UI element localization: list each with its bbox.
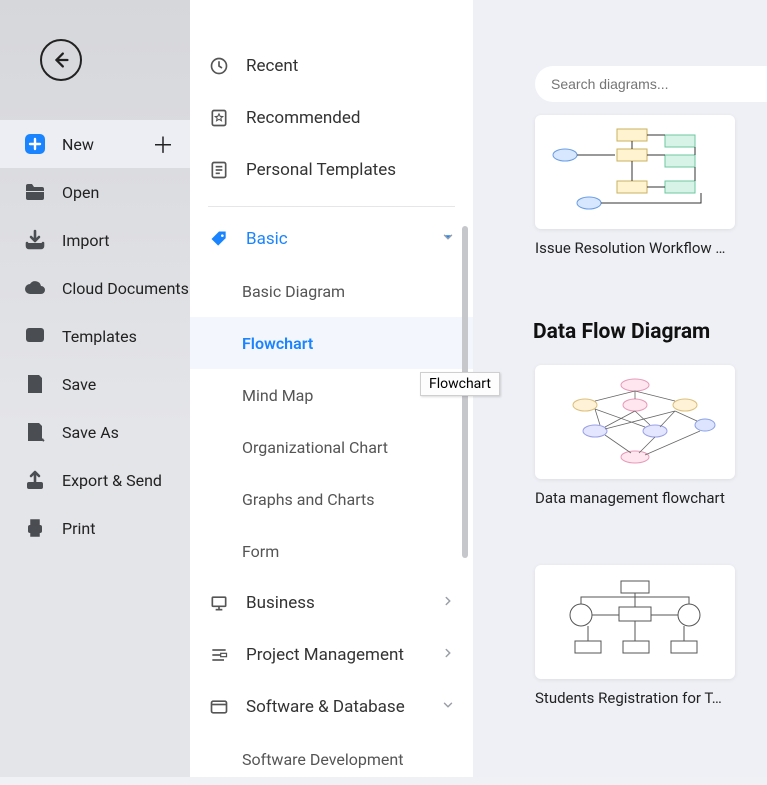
personal-templates-icon (208, 159, 230, 181)
subcategory-label: Graphs and Charts (242, 490, 375, 509)
template-card[interactable]: Students Registration for T… (535, 565, 767, 707)
category-label: Recent (246, 56, 298, 76)
print-icon (22, 515, 48, 541)
chevron-down-icon (441, 697, 455, 717)
template-card[interactable]: Issue Resolution Workflow … (535, 115, 767, 257)
sidebar-item-new[interactable]: New ＋ (0, 120, 190, 168)
template-title: Issue Resolution Workflow … (535, 239, 735, 257)
save-as-icon (22, 419, 48, 445)
arrow-left-icon (50, 49, 72, 71)
sidebar-item-export[interactable]: Export & Send (0, 456, 190, 504)
registration-diagram-icon (545, 575, 725, 669)
subcategory-flowchart[interactable]: Flowchart (190, 317, 473, 369)
back-button[interactable] (40, 39, 82, 81)
subcategory-label: Flowchart (242, 334, 313, 353)
category-project-management[interactable]: Project Management (190, 629, 473, 681)
category-label: Business (246, 593, 315, 613)
sidebar-item-label: Import (62, 231, 110, 250)
sidebar-item-save-as[interactable]: Save As (0, 408, 190, 456)
download-icon (22, 227, 48, 253)
chevron-right-icon (441, 645, 455, 665)
subcategory-basic-diagram[interactable]: Basic Diagram (190, 265, 473, 317)
presentation-icon (208, 592, 230, 614)
sidebar-item-label: Templates (62, 327, 137, 346)
chevron-right-icon (441, 593, 455, 613)
category-business[interactable]: Business (190, 577, 473, 629)
subcategory-software-development[interactable]: Software Development (190, 733, 473, 785)
sidebar-item-print[interactable]: Print (0, 504, 190, 552)
template-card[interactable]: Data management flowchart (535, 365, 767, 507)
subcategory-org-chart[interactable]: Organizational Chart (190, 421, 473, 473)
workflow-diagram-icon (545, 125, 725, 219)
category-basic[interactable]: Basic (190, 213, 473, 265)
subcategory-label: Software Development (242, 750, 403, 769)
folder-icon (22, 179, 48, 205)
sidebar-item-open[interactable]: Open (0, 168, 190, 216)
cloud-icon (22, 275, 48, 301)
project-icon (208, 644, 230, 666)
category-recent[interactable]: Recent (190, 40, 473, 92)
category-label: Software & Database (246, 697, 405, 717)
sidebar-item-cloud[interactable]: Cloud Documents (0, 264, 190, 312)
template-thumbnail (535, 365, 735, 479)
category-label: Personal Templates (246, 160, 396, 180)
subcategory-label: Organizational Chart (242, 438, 388, 457)
sidebar-item-import[interactable]: Import (0, 216, 190, 264)
sidebar-item-label: Cloud Documents (62, 279, 189, 298)
sidebar-item-label: Save (62, 375, 96, 394)
export-icon (22, 467, 48, 493)
search-input[interactable] (535, 66, 767, 102)
save-icon (22, 371, 48, 397)
window-icon (208, 696, 230, 718)
sidebar-item-save[interactable]: Save (0, 360, 190, 408)
divider (208, 206, 455, 207)
tag-icon (208, 228, 230, 250)
subcategory-graphs-charts[interactable]: Graphs and Charts (190, 473, 473, 525)
star-badge-icon (208, 107, 230, 129)
chevron-down-icon (441, 229, 455, 249)
category-label: Project Management (246, 645, 404, 665)
add-new-icon[interactable]: ＋ (152, 128, 174, 160)
category-label: Basic (246, 229, 288, 249)
sidebar-item-label: New (62, 135, 94, 154)
template-thumbnail (535, 115, 735, 229)
category-recommended[interactable]: Recommended (190, 92, 473, 144)
sidebar-item-label: Open (62, 183, 99, 202)
templates-icon (22, 323, 48, 349)
category-label: Recommended (246, 108, 361, 128)
sidebar-item-templates[interactable]: Templates (0, 312, 190, 360)
template-thumbnail (535, 565, 735, 679)
clock-icon (208, 55, 230, 77)
template-gallery: Issue Resolution Workflow … Data Flow Di… (473, 0, 767, 777)
back-button-wrap (0, 0, 190, 120)
category-personal-templates[interactable]: Personal Templates (190, 144, 473, 196)
subcategory-label: Basic Diagram (242, 282, 345, 301)
template-title: Students Registration for T… (535, 689, 735, 707)
subcategory-label: Mind Map (242, 386, 313, 405)
tooltip: Flowchart (420, 372, 500, 396)
subcategory-label: Form (242, 542, 279, 561)
sidebar-item-label: Save As (62, 423, 119, 442)
sidebar-item-label: Print (62, 519, 95, 538)
subcategory-form[interactable]: Form (190, 525, 473, 577)
category-software-database[interactable]: Software & Database (190, 681, 473, 733)
sidebar-item-label: Export & Send (62, 471, 162, 490)
file-sidebar: New ＋ Open Import Cloud Documents Templa… (0, 0, 190, 777)
template-title: Data management flowchart (535, 489, 735, 507)
plus-square-icon (22, 131, 48, 157)
section-heading: Data Flow Diagram (533, 320, 710, 344)
dataflow-diagram-icon (545, 375, 725, 469)
